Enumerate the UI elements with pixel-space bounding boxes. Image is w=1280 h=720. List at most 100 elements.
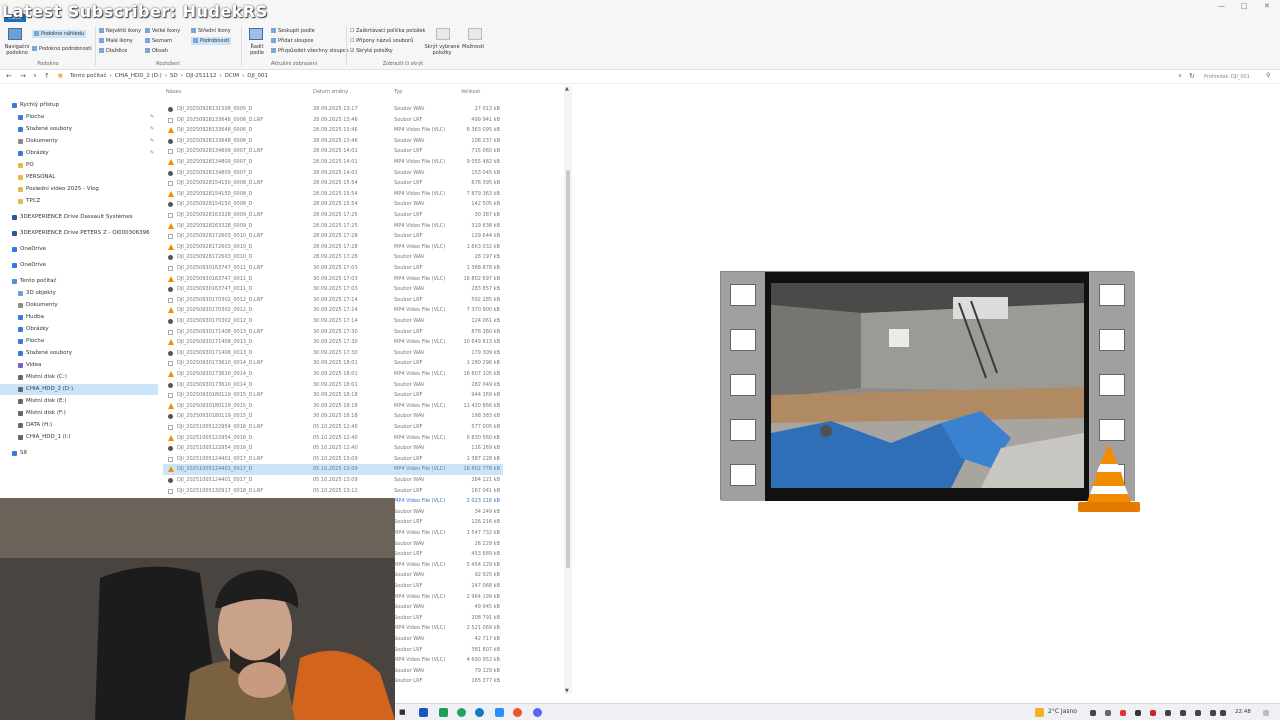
sidebar-item[interactable]: Místní disk (C:): [0, 372, 158, 383]
tray-icon[interactable]: [1180, 710, 1186, 716]
file-row[interactable]: DJI_20250930171408_0013_D 30.09.2025 17:3…: [163, 337, 503, 348]
discord-icon[interactable]: [533, 708, 542, 717]
file-row[interactable]: DJI_20250928134809_0007_D 28.09.2025 14:0…: [163, 157, 503, 168]
dropdown-chevron-icon[interactable]: ∨: [1178, 73, 1182, 79]
tiles-view-button[interactable]: Dlaždice: [99, 48, 127, 54]
file-row[interactable]: DJI_20250930180119_0015_D.LRF 30.09.2025 …: [163, 390, 503, 401]
sidebar-item[interactable]: DATA (H:): [0, 420, 158, 431]
sidebar-item[interactable]: Stažené soubory: [0, 348, 158, 359]
file-row[interactable]: DJI_20250930171408_0013_D 30.09.2025 17:3…: [163, 348, 503, 359]
breadcrumb-item[interactable]: CHIA_HDD_2 (D:): [115, 73, 162, 79]
file-row[interactable]: DJI_20251005124401_0017_D 05.10.2025 13:0…: [163, 475, 503, 486]
file-row[interactable]: DJI_20250928163328_0009_D 28.09.2025 17:2…: [163, 221, 503, 232]
breadcrumb-separator-icon[interactable]: ›: [165, 73, 167, 79]
clock[interactable]: 22:48: [1235, 709, 1251, 715]
firefox-icon[interactable]: [513, 708, 522, 717]
sidebar-item[interactable]: 3DEXPERIENCE Drive Dassault Systèmes: [0, 212, 158, 223]
sidebar-item[interactable]: Místní disk (E:): [0, 396, 158, 407]
sidebar-item[interactable]: PO: [0, 160, 158, 171]
item-checkboxes-toggle[interactable]: ☐ Zaškrtávací políčka položek: [350, 28, 425, 34]
pin-icon[interactable]: ✎: [150, 136, 154, 147]
file-row[interactable]: DJI_20250928172603_0010_D.LRF 28.09.2025 …: [163, 231, 503, 242]
add-columns-button[interactable]: Přidat sloupce: [271, 38, 313, 44]
maximize-icon[interactable]: □: [1241, 2, 1248, 10]
sidebar-item[interactable]: Tento počítač: [0, 276, 158, 287]
sidebar-item[interactable]: Obrázky: [0, 324, 158, 335]
sort-button[interactable]: Řadit podle: [245, 44, 269, 56]
file-row[interactable]: DJI_20250928133648_0006_D 28.09.2025 13:4…: [163, 125, 503, 136]
file-row[interactable]: DJI_20250930163747_0011_D 30.09.2025 17:0…: [163, 274, 503, 285]
sidebar-item[interactable]: Videa: [0, 360, 158, 371]
sidebar-item[interactable]: Plocha ✎: [0, 112, 158, 123]
scroll-down-icon[interactable]: ▼: [565, 688, 569, 694]
recent-chevron-icon[interactable]: ∨: [33, 73, 37, 79]
fit-columns-button[interactable]: Přizpůsobit všechny sloupce: [271, 48, 349, 54]
sidebar-item[interactable]: CHIA_HDD_1 (I:): [0, 432, 158, 443]
xl-icons-button[interactable]: Největší ikony: [99, 28, 141, 34]
file-row[interactable]: DJI_20251005122954_0016_D 05.10.2025 12:4…: [163, 443, 503, 454]
breadcrumb-separator-icon[interactable]: ›: [219, 73, 221, 79]
excel-icon[interactable]: [439, 708, 448, 717]
scrollbar-thumb[interactable]: [566, 170, 570, 568]
file-row[interactable]: DJI_20250928131508_0005_D 28.09.2025 13:1…: [163, 104, 503, 115]
file-row[interactable]: DJI_20250928134809_0007_D 28.09.2025 14:0…: [163, 168, 503, 179]
list-view-button[interactable]: Seznam: [145, 38, 172, 44]
sidebar-item[interactable]: OneDrive: [0, 244, 158, 255]
column-header-date[interactable]: Datum změny: [313, 89, 348, 95]
file-row[interactable]: DJI_20250928172603_0010_D 28.09.2025 17:2…: [163, 242, 503, 253]
sidebar-item[interactable]: 3D objekty: [0, 288, 158, 299]
file-extensions-toggle[interactable]: ☐ Přípony názvů souborů: [350, 38, 413, 44]
file-row[interactable]: DJI_20250930163747_0011_D 30.09.2025 17:0…: [163, 284, 503, 295]
large-icons-button[interactable]: Velké ikony: [145, 28, 180, 34]
file-row[interactable]: DJI_20250930170302_0012_D.LRF 30.09.2025 …: [163, 295, 503, 306]
tray-icon[interactable]: [1150, 710, 1156, 716]
breadcrumb-item[interactable]: SD: [170, 73, 178, 79]
zoom-icon[interactable]: [495, 708, 504, 717]
column-header-type[interactable]: Typ: [394, 89, 402, 95]
file-row[interactable]: DJI_20251005122954_0016_D.LRF 05.10.2025 …: [163, 422, 503, 433]
notification-icon[interactable]: [1263, 710, 1269, 716]
breadcrumb[interactable]: Tento počítač › CHIA_HDD_2 (D:) › SD › DJI-251…: [70, 73, 271, 79]
file-row[interactable]: DJI_20250928133648_0006_D 28.09.2025 13:4…: [163, 136, 503, 147]
refresh-icon[interactable]: ↻: [1189, 72, 1195, 80]
tray-icon[interactable]: [1105, 710, 1111, 716]
sidebar-item[interactable]: Hudba: [0, 312, 158, 323]
file-row[interactable]: DJI_20250930171408_0013_D.LRF 30.09.2025 …: [163, 327, 503, 338]
details-pane-button[interactable]: Podokno podrobností: [32, 46, 92, 52]
sidebar-item[interactable]: Plocha: [0, 336, 158, 347]
file-row[interactable]: DJI_20250930173610_0014_D 30.09.2025 18:0…: [163, 369, 503, 380]
sidebar-item[interactable]: Rychlý přístup: [0, 100, 158, 111]
pin-icon[interactable]: ✎: [150, 148, 154, 159]
sidebar-item[interactable]: Stažené soubory ✎: [0, 124, 158, 135]
file-row[interactable]: DJI_20250928134809_0007_D.LRF 28.09.2025 …: [163, 146, 503, 157]
forward-arrow-icon[interactable]: →: [20, 72, 26, 80]
file-row[interactable]: DJI_20250930170302_0012_D 30.09.2025 17:1…: [163, 305, 503, 316]
file-row[interactable]: DJI_20250930180119_0015_D 30.09.2025 18:1…: [163, 401, 503, 412]
sidebar-item[interactable]: Místní disk (F:): [0, 408, 158, 419]
pin-icon[interactable]: ✎: [150, 112, 154, 123]
breadcrumb-item[interactable]: Tento počítač: [70, 73, 107, 79]
sidebar-item[interactable]: TPCZ: [0, 196, 158, 207]
breadcrumb-separator-icon[interactable]: ›: [110, 73, 112, 79]
breadcrumb-separator-icon[interactable]: ›: [242, 73, 244, 79]
sidebar-item[interactable]: Síť: [0, 448, 158, 459]
content-view-button[interactable]: Obsah: [145, 48, 168, 54]
sidebar-item[interactable]: CHIA_HDD_2 (D:): [0, 384, 158, 395]
hidden-items-toggle[interactable]: ☑ Skryté položky: [350, 48, 393, 54]
file-row[interactable]: DJI_20250930180119_0015_D 30.09.2025 18:1…: [163, 411, 503, 422]
tray-icon[interactable]: [1195, 710, 1201, 716]
task-view-icon[interactable]: ■: [399, 708, 408, 717]
sidebar-item[interactable]: 3DEXPERIENCE Drive PETERS Z - OI00030639…: [0, 228, 158, 239]
sidebar-item[interactable]: Poslední video 2025 - Vlog: [0, 184, 158, 195]
back-arrow-icon[interactable]: ←: [6, 72, 12, 80]
options-button[interactable]: Možnosti: [462, 44, 484, 50]
file-row[interactable]: DJI_20251005124401_0017_D.LRF 05.10.2025 …: [163, 454, 503, 465]
tray-icon[interactable]: [1165, 710, 1171, 716]
scroll-up-icon[interactable]: ▲: [565, 86, 569, 92]
file-row[interactable]: DJI_20250928133648_0006_D.LRF 28.09.2025 …: [163, 115, 503, 126]
sidebar-item[interactable]: Dokumenty ✎: [0, 136, 158, 147]
sidebar-item[interactable]: Dokumenty: [0, 300, 158, 311]
file-row[interactable]: DJI_20251005130917_0018_D.LRF 05.10.2025 …: [163, 486, 503, 497]
speaker-icon[interactable]: [1220, 710, 1226, 716]
nav-pane-button[interactable]: Navigační podokno: [4, 44, 30, 56]
